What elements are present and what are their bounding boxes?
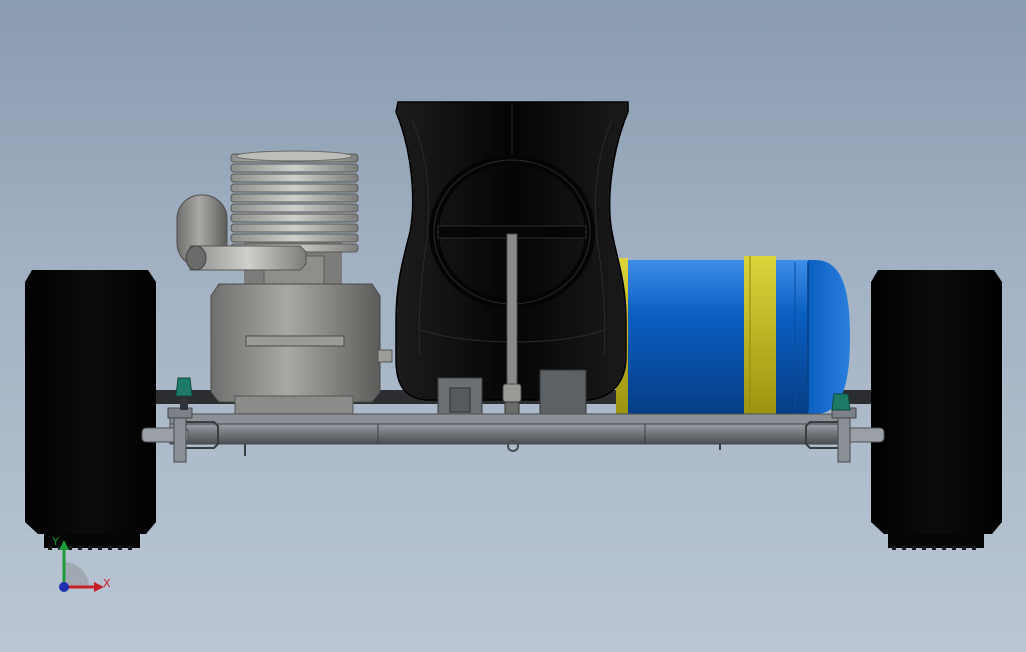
cad-viewport[interactable]: Y X xyxy=(0,0,1026,652)
triad-plane-indicator xyxy=(64,562,89,587)
right-tire xyxy=(871,270,1002,550)
triad-x-label: X xyxy=(103,577,111,590)
kart-model-front-view[interactable]: Y X xyxy=(0,0,1026,652)
engine-crankcase xyxy=(210,283,393,415)
frame-crossbar xyxy=(169,413,851,456)
triad-y-label: Y xyxy=(51,535,59,548)
left-tire xyxy=(25,270,156,550)
fuel-tank xyxy=(616,256,850,414)
pedal-bracket-right xyxy=(539,369,587,417)
z-axis-dot xyxy=(59,582,69,592)
engine-cylinder xyxy=(230,150,359,293)
tank-band-right xyxy=(744,256,776,414)
pedal-bracket-left xyxy=(437,377,483,417)
